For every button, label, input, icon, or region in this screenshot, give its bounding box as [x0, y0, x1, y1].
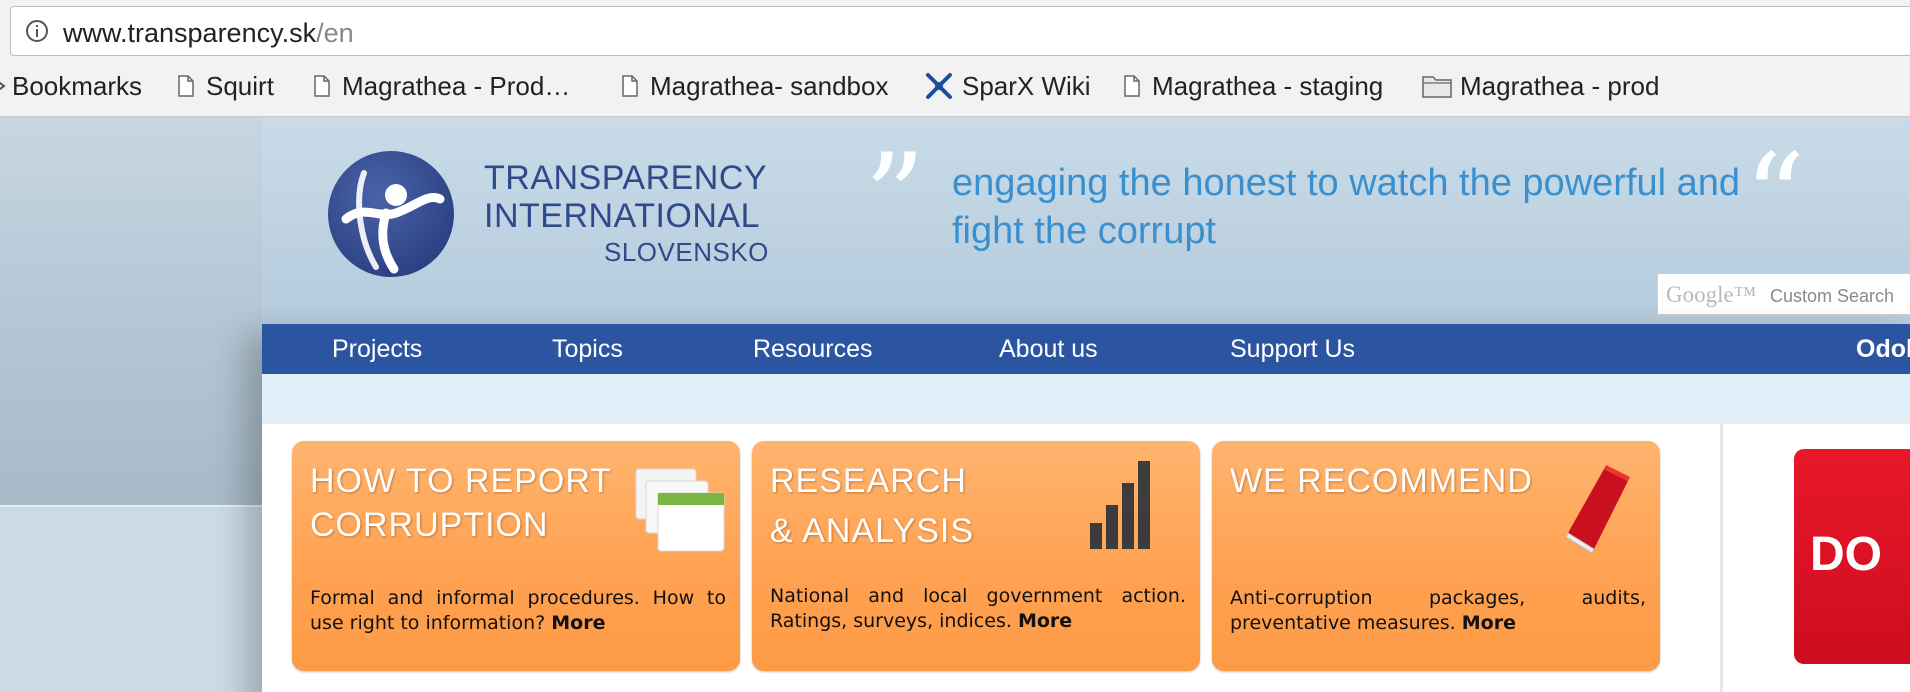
page-icon — [1124, 75, 1140, 97]
info-icon[interactable] — [25, 19, 49, 43]
logo-line-2: INTERNATIONAL — [484, 197, 761, 235]
card-title-line-2: & ANALYSIS — [770, 512, 975, 550]
card-research-analysis[interactable]: RESEARCH & ANALYSIS National and local g… — [752, 441, 1200, 671]
card-we-recommend[interactable]: WE RECOMMEND Anti-corruption packages, a… — [1212, 441, 1660, 671]
card-description: Anti-corruption packages, audits, preven… — [1230, 586, 1646, 636]
bookmark-magrathea-staging[interactable]: Magrathea - staging — [1124, 66, 1383, 106]
book-icon — [1565, 465, 1630, 554]
web-page: TRANSPARENCY INTERNATIONAL SLOVENSKO ” e… — [0, 117, 1910, 692]
page-icon — [622, 75, 638, 97]
banner-text: DO — [1810, 528, 1882, 581]
left-background — [0, 117, 262, 505]
bookmark-magrathea-prod-folder[interactable]: Magrathea - prod — [1422, 66, 1659, 106]
nav-projects[interactable]: Projects — [332, 324, 422, 374]
logo-line-3: SLOVENSKO — [604, 237, 769, 267]
nav-resources[interactable]: Resources — [753, 324, 873, 374]
url-path: /en — [316, 18, 354, 48]
card-title-line-1: RESEARCH — [770, 462, 967, 500]
sparx-logo-icon — [926, 73, 952, 99]
ti-logo-icon[interactable] — [324, 149, 458, 279]
bookmark-bookmarks[interactable]: Bookmarks — [0, 66, 142, 106]
page-icon — [178, 75, 194, 97]
bookmark-label: Squirt — [206, 70, 274, 101]
quote-close-icon: “ — [1744, 129, 1806, 268]
main-nav: Projects Topics Resources About us Suppo… — [262, 324, 1910, 374]
card-description: National and local government action. Ra… — [770, 584, 1186, 634]
bookmark-sparx-wiki[interactable]: SparX Wiki — [924, 66, 1091, 106]
google-logo: Google™ — [1666, 282, 1757, 307]
card-title-line-1: HOW TO REPORT — [310, 462, 613, 500]
sub-nav-bar — [262, 374, 1910, 424]
main-content: Projects Topics Resources About us Suppo… — [262, 324, 1910, 692]
more-link[interactable]: More — [1462, 612, 1516, 634]
browser-chrome: www.transparency.sk/en Bookmarks Squirt … — [0, 0, 1910, 117]
nav-right-item[interactable]: Odob — [1856, 324, 1910, 374]
bookmark-label: SparX Wiki — [962, 70, 1091, 101]
bookmark-label: Magrathea- sandbox — [650, 70, 889, 101]
nav-support-us[interactable]: Support Us — [1230, 324, 1355, 374]
card-title-line-2: CORRUPTION — [310, 506, 549, 544]
quote-open-icon: ” — [864, 129, 926, 268]
left-background-lower — [0, 505, 262, 692]
card-desc-text: National and local government action. Ra… — [770, 585, 1186, 632]
bookmark-magrathea-prod[interactable]: Magrathea - Prod… — [314, 66, 570, 106]
more-link[interactable]: More — [551, 612, 605, 634]
bookmarks-bar: Bookmarks Squirt Magrathea - Prod… Magra… — [0, 66, 1910, 106]
bookmark-label: Magrathea - Prod… — [342, 70, 571, 101]
donate-banner[interactable]: DO — [1794, 449, 1910, 664]
bookmark-label: Magrathea - staging — [1152, 70, 1384, 101]
card-desc-text: Formal and informal procedures. How to u… — [310, 587, 726, 634]
nav-topics[interactable]: Topics — [552, 324, 623, 374]
page-icon — [314, 75, 330, 97]
card-desc-text: Anti-corruption packages, audits, preven… — [1230, 587, 1646, 634]
windows-icon — [635, 468, 725, 552]
logo-line-1: TRANSPARENCY — [484, 159, 768, 197]
bookmark-label: Magrathea - prod — [1460, 70, 1660, 101]
card-description: Formal and informal procedures. How to u… — [310, 586, 726, 636]
folder-icon — [1422, 76, 1452, 98]
tagline: engaging the honest to watch the powerfu… — [952, 162, 1741, 252]
search-placeholder: Custom Search — [1770, 286, 1895, 306]
bookmark-magrathea-sandbox[interactable]: Magrathea- sandbox — [622, 66, 888, 106]
site-header: TRANSPARENCY INTERNATIONAL SLOVENSKO ” e… — [262, 117, 1910, 324]
column-divider — [1720, 424, 1723, 692]
bookmark-label: Bookmarks — [12, 70, 143, 101]
nav-about-us[interactable]: About us — [999, 324, 1098, 374]
card-report-corruption[interactable]: HOW TO REPORT CORRUPTION Formal and info… — [292, 441, 740, 671]
chevron-icon — [0, 81, 6, 91]
address-bar[interactable]: www.transparency.sk/en — [10, 6, 1910, 56]
bar-chart-icon — [1090, 461, 1150, 549]
search-input[interactable]: Google™ Custom Search — [1657, 273, 1910, 315]
card-title-line-1: WE RECOMMEND — [1230, 462, 1533, 500]
url-host: www.transparency.sk — [63, 18, 317, 48]
bookmark-squirt[interactable]: Squirt — [178, 66, 274, 106]
more-link[interactable]: More — [1018, 610, 1072, 632]
url-text[interactable]: www.transparency.sk/en — [63, 18, 354, 49]
